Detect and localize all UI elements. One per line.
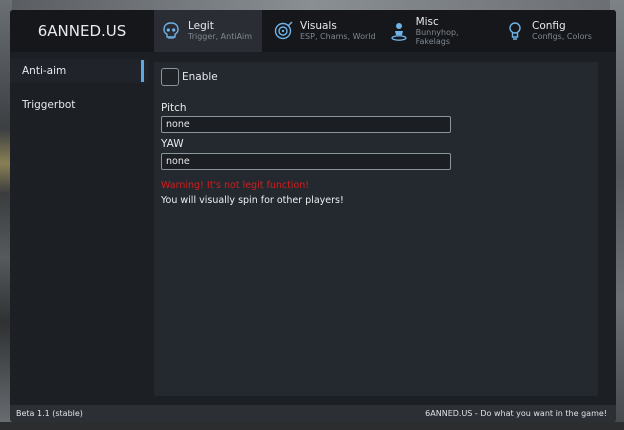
tab-misc-label: Misc — [415, 15, 439, 28]
yaw-select[interactable]: none — [161, 153, 451, 170]
yaw-value: none — [166, 156, 190, 167]
sidebar-item-triggerbot[interactable]: Triggerbot — [10, 93, 148, 117]
target-icon — [272, 20, 294, 42]
sidebar-item-label: Triggerbot — [22, 99, 76, 111]
game-background-top — [0, 0, 624, 10]
pitch-label: Pitch — [161, 102, 187, 114]
enable-checkbox[interactable] — [161, 68, 179, 86]
sidebar-item-label: Anti-aim — [22, 65, 67, 77]
tab-visuals-sub: ESP, Chams, World — [300, 32, 376, 42]
tab-misc-sub: Bunnyhop, Fakelags — [415, 27, 459, 47]
tab-config[interactable]: Config Configs, Colors — [498, 10, 608, 52]
tab-legit[interactable]: Legit Trigger, AntiAim — [154, 10, 262, 52]
game-background-bottom — [0, 422, 624, 430]
cheat-menu-window: 6ANNED.US Legit Trigger, AntiAim Visuals… — [10, 10, 616, 422]
tagline-text: 6ANNED.US - Do what you want in the game… — [425, 409, 607, 418]
skull-icon — [160, 20, 182, 42]
version-text: Beta 1.1 (stable) — [16, 409, 83, 418]
tab-legit-sub: Trigger, AntiAim — [188, 32, 253, 42]
sidebar: Anti-aim Triggerbot — [10, 52, 154, 405]
tab-visuals[interactable]: Visuals ESP, Chams, World — [266, 10, 378, 52]
pitch-select[interactable]: none — [161, 116, 451, 133]
tab-visuals-label: Visuals — [300, 20, 337, 33]
tab-legit-label: Legit — [188, 20, 214, 33]
person-icon — [388, 20, 410, 42]
tab-misc[interactable]: Misc Bunnyhop, Fakelags — [382, 10, 494, 52]
warning-text: Warning! It's not legit function! — [161, 180, 310, 191]
header-bar: 6ANNED.US Legit Trigger, AntiAim Visuals… — [10, 10, 616, 52]
yaw-label: YAW — [161, 138, 184, 150]
sidebar-active-marker — [141, 60, 144, 82]
pitch-value: none — [166, 119, 190, 130]
status-bar: Beta 1.1 (stable) 6ANNED.US - Do what yo… — [10, 405, 616, 422]
sidebar-item-anti-aim[interactable]: Anti-aim — [10, 59, 148, 83]
settings-panel: Enable Pitch none YAW none Warning! It's… — [154, 62, 598, 396]
bulb-icon — [504, 20, 526, 42]
tab-config-sub: Configs, Colors — [532, 32, 592, 42]
info-text: You will visually spin for other players… — [161, 195, 344, 206]
brand-title: 6ANNED.US — [37, 22, 127, 40]
enable-label: Enable — [182, 71, 218, 83]
tab-config-label: Config — [532, 20, 566, 33]
enable-row: Enable — [161, 68, 218, 86]
